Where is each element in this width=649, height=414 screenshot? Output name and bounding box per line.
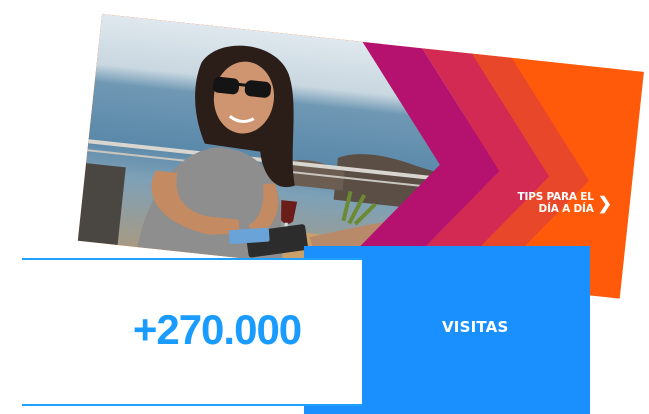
stat-card: +270.000 [22, 258, 362, 406]
stat-value: +270.000 [132, 306, 302, 353]
stat-label: VISITAS [442, 318, 509, 336]
banner-cta[interactable]: TIPS PARA EL DÍA A DÍA ❯ [518, 191, 612, 215]
chevron-right-icon: ❯ [597, 193, 612, 213]
cta-line-1: TIPS PARA EL [517, 191, 594, 204]
cta-line-2: DÍA A DÍA [538, 203, 594, 216]
banner-cta-text: TIPS PARA EL DÍA A DÍA [518, 191, 594, 215]
